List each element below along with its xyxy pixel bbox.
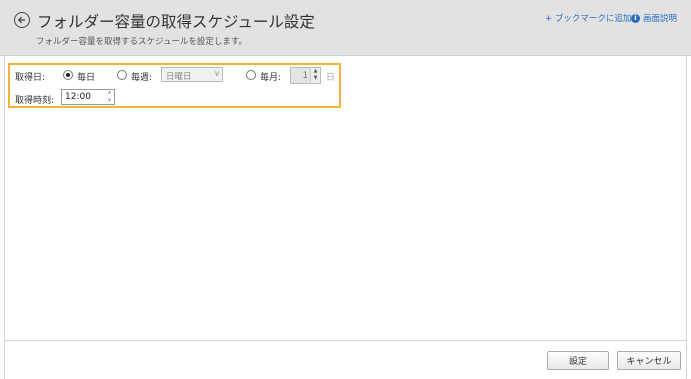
weekday-select[interactable]: 日曜日 ∨ [161, 67, 223, 82]
page-subtitle: フォルダー容量を取得するスケジュールを設定します。 [36, 37, 248, 47]
monthly-day-stepper[interactable]: 1 ▲ ▼ [290, 67, 321, 84]
page-header: フォルダー容量の取得スケジュール設定 フォルダー容量を取得するスケジュールを設定… [0, 0, 691, 56]
right-border [686, 56, 687, 379]
left-border [4, 56, 5, 379]
weekday-select-value: 日曜日 [166, 72, 192, 82]
help-link[interactable]: i 画面説明 [631, 12, 677, 24]
acquisition-day-label: 取得日: [15, 73, 46, 83]
info-icon: i [631, 13, 640, 23]
acquisition-time-label: 取得時刻: [15, 96, 55, 106]
monthly-label: 毎月: [260, 73, 282, 83]
weekly-label: 毎週: [131, 73, 153, 83]
footer-divider [5, 340, 686, 341]
stepper-buttons[interactable]: ▲ ▼ [310, 68, 320, 83]
monthly-radio[interactable] [246, 70, 256, 80]
back-arrow-icon[interactable] [14, 12, 30, 28]
daily-label: 毎日 [77, 73, 96, 83]
add-bookmark-link[interactable]: + ブックマークに追加 [545, 12, 631, 24]
spin-down-icon[interactable]: ▼ [311, 75, 320, 82]
page-title: フォルダー容量の取得スケジュール設定 [37, 13, 315, 31]
day-unit-label: 日 [326, 73, 336, 83]
cancel-button[interactable]: キャンセル [617, 351, 681, 370]
time-value: 12:00 [65, 92, 91, 102]
chevron-down-icon: ∨ [214, 69, 220, 78]
spin-up-icon[interactable]: ▲ [311, 68, 320, 75]
help-link-label: 画面説明 [643, 14, 678, 24]
weekly-radio[interactable] [117, 70, 127, 80]
set-button[interactable]: 設定 [547, 351, 609, 370]
time-stepper-buttons[interactable]: ∧ ∨ [105, 90, 114, 104]
time-down-icon[interactable]: ∨ [105, 97, 114, 104]
monthly-day-value: 1 [302, 71, 308, 81]
time-input[interactable]: 12:00 ∧ ∨ [61, 89, 115, 105]
daily-radio[interactable] [63, 70, 73, 80]
time-up-icon[interactable]: ∧ [105, 90, 114, 97]
